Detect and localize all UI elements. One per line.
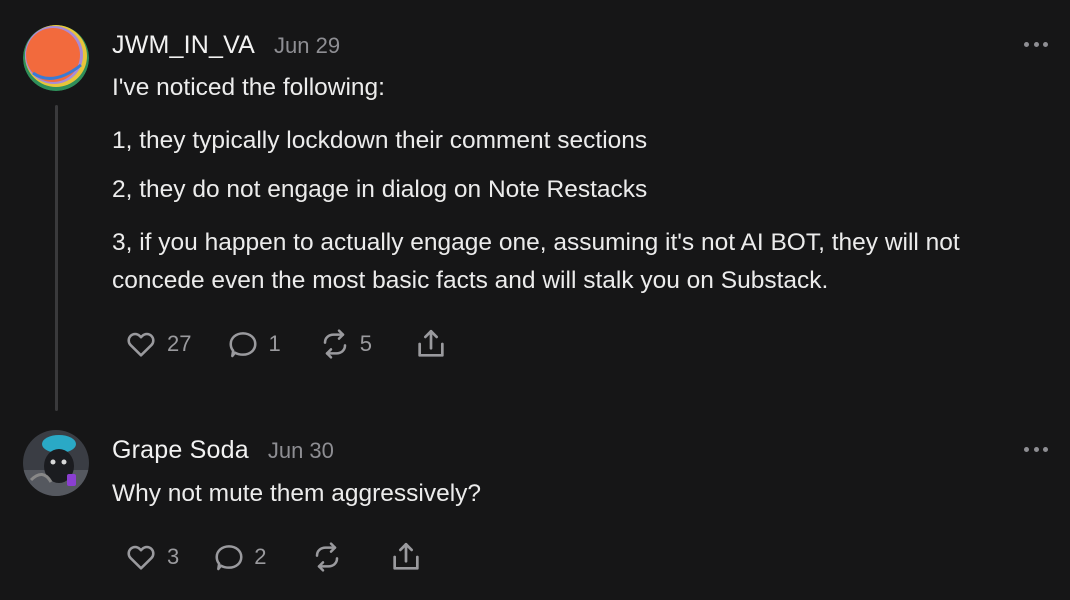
comment-paragraph: 1, they typically lockdown their comment…	[112, 127, 648, 154]
share-upload-icon	[418, 329, 444, 357]
comment-paragraph: Why not mute them aggressively?	[112, 480, 482, 507]
reply-count: 1	[268, 331, 281, 356]
share-upload-icon	[392, 542, 419, 570]
restack-arrows-icon	[315, 542, 338, 572]
speech-bubble-icon	[229, 332, 258, 358]
restack-arrows-icon	[323, 329, 347, 359]
comment-author[interactable]: JWM_IN_VA	[112, 31, 255, 60]
comment-date[interactable]: Jun 30	[268, 438, 334, 464]
comment-actions: 3 2	[124, 540, 423, 574]
comment-jwm-in-va: JWM_IN_VA Jun 29 I've noticed the follow…	[0, 0, 1070, 420]
share-button[interactable]	[414, 327, 448, 361]
thread-line	[55, 105, 58, 411]
more-dots-icon[interactable]	[1024, 444, 1048, 454]
avatar[interactable]	[23, 430, 89, 496]
like-count: 3	[167, 544, 180, 569]
comment-paragraph: I've noticed the following:	[112, 74, 385, 101]
comment-date[interactable]: Jun 29	[274, 33, 340, 59]
restack-count: 5	[359, 331, 372, 356]
restack-button[interactable]	[311, 541, 343, 573]
reply-button[interactable]: 2	[213, 541, 267, 573]
comment-paragraph: 2, they do not engage in dialog on Note …	[112, 176, 648, 203]
heart-icon	[127, 545, 155, 570]
restack-button[interactable]: 5	[319, 328, 372, 360]
heart-icon	[127, 332, 155, 357]
avatar[interactable]	[23, 25, 89, 91]
reply-button[interactable]: 1	[227, 328, 281, 360]
like-count: 27	[167, 331, 192, 356]
like-button[interactable]: 27	[124, 328, 191, 360]
share-button[interactable]	[389, 540, 423, 574]
comment-grape-soda: Grape Soda Jun 30 Why not mute them aggr…	[0, 420, 1070, 600]
like-button[interactable]: 3	[124, 541, 179, 573]
comment-paragraph: 3, if you happen to actually engage one,…	[112, 229, 960, 294]
reply-count: 2	[254, 544, 267, 569]
comment-author[interactable]: Grape Soda	[112, 436, 249, 465]
speech-bubble-icon	[215, 545, 243, 571]
more-dots-icon[interactable]	[1024, 39, 1048, 49]
comment-actions: 27 1 5	[124, 327, 448, 361]
